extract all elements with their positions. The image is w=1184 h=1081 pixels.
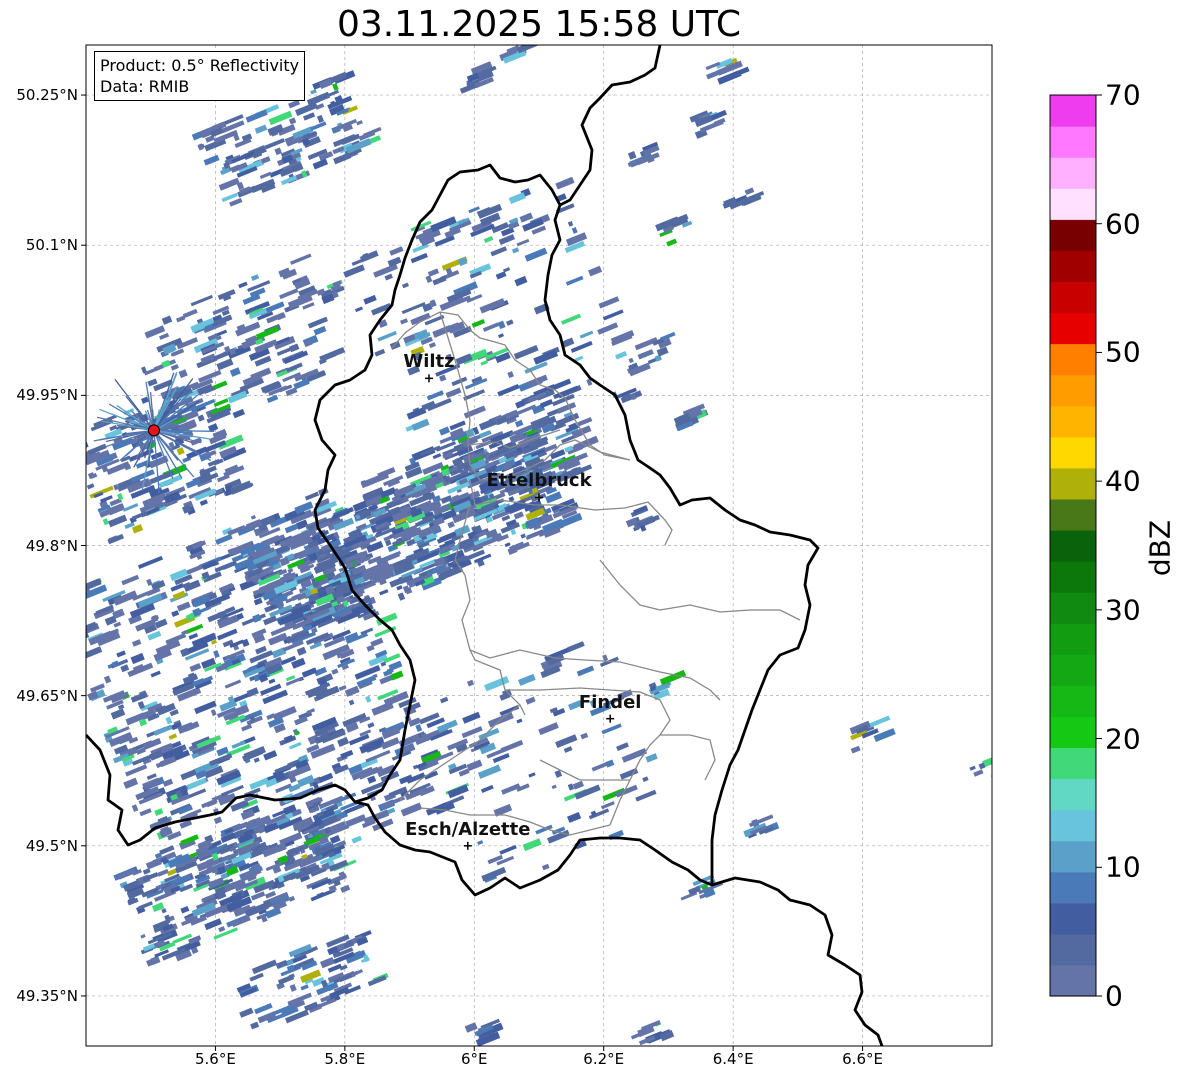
colorbar-segment [1050,281,1096,314]
colorbar-segment [1050,312,1096,345]
product-label: Product: 0.5° Reflectivity [100,56,300,75]
city-label: Findel [578,691,642,713]
lon-label: 6°E [461,1050,488,1068]
lat-label: 49.8°N [25,536,78,555]
lat-label: 49.65°N [16,686,78,705]
colorbar-segment [1050,467,1096,500]
colorbar-tick-label: 70 [1105,78,1141,112]
echo-cell [992,774,1002,781]
colorbar-segment [1050,809,1096,842]
radar-site-icon [147,424,160,437]
echo-cell [72,608,79,614]
city-label: Ettelbruck [486,470,592,492]
colorbar-tick-label: 0 [1105,979,1123,1013]
colorbar-segment [1050,157,1096,189]
colorbar-segment [1050,374,1096,407]
colorbar-segment [1050,747,1096,780]
colorbar-segment [1050,685,1096,717]
colorbar-segment [1050,561,1096,593]
data-source-label: Data: RMIB [100,77,190,96]
lon-label: 5.6°E [195,1050,236,1068]
echo-cell [502,34,517,43]
colorbar-segment [1050,498,1096,531]
colorbar-tick-label: 50 [1105,335,1141,369]
colorbar-segment [1050,188,1096,220]
lon-label: 6.4°E [712,1050,754,1068]
colorbar-segment [1050,964,1096,997]
colorbar-tick-label: 30 [1105,593,1141,627]
colorbar-segment [1050,871,1096,904]
colorbar-segment [1050,436,1096,469]
colorbar-tick-label: 20 [1105,722,1141,756]
colorbar-segment [1050,902,1096,935]
lat-label: 49.5°N [25,836,78,855]
echo-cell [71,594,83,604]
colorbar-segment [1050,778,1096,811]
colorbar-segment [1050,654,1096,686]
colorbar-segment [1050,343,1096,376]
colorbar-segment [1050,95,1096,127]
echo-cell [68,629,77,635]
colorbar-segment [1050,219,1096,251]
echo-cell [56,610,77,624]
colorbar-unit-label: dBZ [1143,519,1177,577]
city-label: Wiltz [403,351,455,373]
colorbar-segment [1050,840,1096,873]
lon-label: 6.6°E [842,1050,883,1068]
lat-label: 50.1°N [25,236,78,255]
colorbar-tick-label: 10 [1105,850,1141,884]
echo-cell [518,26,537,38]
lon-label: 5.8°E [324,1050,366,1068]
clutter-spoke [153,429,215,432]
lat-label: 49.95°N [16,386,78,405]
colorbar-tick-label: 60 [1105,207,1141,241]
colorbar [1049,94,1102,997]
colorbar-segment [1050,623,1096,655]
colorbar-segment [1050,933,1096,966]
echo-cell [998,764,1017,775]
echo-cell [75,661,84,668]
colorbar-tick-label: 40 [1105,464,1141,498]
echo-cell [990,769,992,783]
radar-map-figure: 03.11.2025 15:58 UTC Product: 0.5° Refle… [0,0,1184,1081]
colorbar-segment [1050,126,1096,158]
echo-cell [995,757,1013,767]
colorbar-segment [1050,592,1096,624]
lat-label: 49.35°N [16,986,78,1005]
map-canvas [56,26,1102,1051]
colorbar-segment [1050,405,1096,438]
colorbar-segment [1050,529,1096,562]
colorbar-segment [1050,250,1096,283]
echo-cell [65,635,80,645]
product-info-box: Product: 0.5° Reflectivity Data: RMIB [94,51,306,101]
lat-label: 50.25°N [16,86,78,105]
lon-label: 6.2°E [583,1050,625,1068]
colorbar-segment [1050,716,1096,749]
city-label: Esch/Alzette [405,818,531,840]
echo-cell [67,633,85,645]
echo-cell [57,602,81,616]
